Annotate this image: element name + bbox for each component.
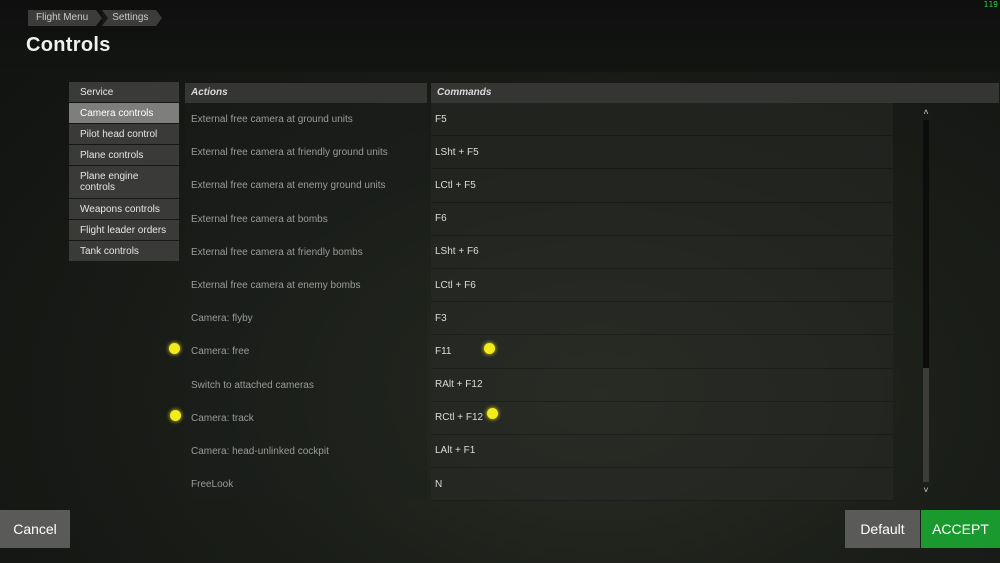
breadcrumb-settings[interactable]: Settings bbox=[102, 10, 163, 26]
marker-dot bbox=[484, 343, 495, 354]
breadcrumb-flight-menu[interactable]: Flight Menu bbox=[28, 10, 103, 26]
marker-dot bbox=[170, 410, 181, 421]
sidebar-item-weapons-controls[interactable]: Weapons controls bbox=[69, 199, 179, 219]
table-row[interactable]: Camera: head-unlinked cockpit LAlt + F1 bbox=[185, 434, 893, 469]
command-key[interactable]: LAlt + F1 bbox=[431, 434, 893, 469]
table-row[interactable]: FreeLook N bbox=[185, 468, 893, 502]
command-key[interactable]: LCtl + F5 bbox=[431, 169, 893, 203]
table-row[interactable]: External free camera at ground units F5 bbox=[185, 103, 893, 137]
table-row[interactable]: Camera: track RCtl + F12 bbox=[185, 401, 893, 435]
chevron-down-icon[interactable]: ˅ bbox=[921, 484, 931, 496]
command-key[interactable]: F6 bbox=[431, 202, 893, 236]
column-header-commands: Commands bbox=[431, 83, 999, 103]
command-key[interactable]: RAlt + F12 bbox=[431, 368, 893, 402]
breadcrumb: Flight Menu Settings bbox=[28, 10, 163, 26]
command-key[interactable]: LCtl + F6 bbox=[431, 268, 893, 303]
command-key[interactable]: N bbox=[431, 468, 893, 502]
chevron-up-icon[interactable]: ˄ bbox=[921, 106, 931, 118]
command-key[interactable]: LSht + F6 bbox=[431, 235, 893, 269]
default-button[interactable]: Default bbox=[845, 510, 920, 548]
table-row[interactable]: Camera: flyby F3 bbox=[185, 302, 893, 336]
command-key[interactable]: LSht + F5 bbox=[431, 136, 893, 170]
table-row[interactable]: Switch to attached cameras RAlt + F12 bbox=[185, 368, 893, 402]
scroll-track[interactable] bbox=[923, 120, 929, 482]
table-row[interactable]: External free camera at friendly ground … bbox=[185, 136, 893, 170]
sidebar-item-service[interactable]: Service bbox=[69, 82, 179, 102]
bindings-table: External free camera at ground units F5 E… bbox=[185, 103, 893, 502]
sidebar-item-plane-engine-controls[interactable]: Plane engine controls bbox=[69, 166, 179, 198]
table-row[interactable]: Camera: free F11 bbox=[185, 335, 893, 369]
table-row[interactable]: External free camera at enemy bombs LCtl … bbox=[185, 268, 893, 303]
accept-button[interactable]: ACCEPT bbox=[921, 510, 1000, 548]
scrollbar[interactable]: ˄ ˅ bbox=[921, 106, 931, 496]
command-key[interactable]: RCtl + F12 bbox=[431, 401, 893, 435]
sidebar-item-flight-leader-orders[interactable]: Flight leader orders bbox=[69, 220, 179, 240]
cancel-button[interactable]: Cancel bbox=[0, 510, 70, 548]
sidebar: Service Camera controls Pilot head contr… bbox=[69, 82, 179, 262]
table-row[interactable]: External free camera at bombs F6 bbox=[185, 202, 893, 236]
page-title: Controls bbox=[26, 34, 111, 56]
sidebar-item-pilot-head-control[interactable]: Pilot head control bbox=[69, 124, 179, 144]
sidebar-item-plane-controls[interactable]: Plane controls bbox=[69, 145, 179, 165]
fps-counter: 119 bbox=[983, 0, 998, 9]
marker-dot bbox=[487, 408, 498, 419]
command-key[interactable]: F11 bbox=[431, 335, 893, 369]
sidebar-item-camera-controls[interactable]: Camera controls bbox=[69, 103, 179, 123]
table-row[interactable]: External free camera at friendly bombs LS… bbox=[185, 235, 893, 269]
marker-dot bbox=[169, 343, 180, 354]
command-key[interactable]: F3 bbox=[431, 302, 893, 336]
scroll-thumb[interactable] bbox=[923, 368, 929, 482]
column-header-actions: Actions bbox=[185, 83, 427, 103]
table-row[interactable]: External free camera at enemy ground uni… bbox=[185, 169, 893, 203]
sidebar-item-tank-controls[interactable]: Tank controls bbox=[69, 241, 179, 261]
command-key[interactable]: F5 bbox=[431, 103, 893, 137]
